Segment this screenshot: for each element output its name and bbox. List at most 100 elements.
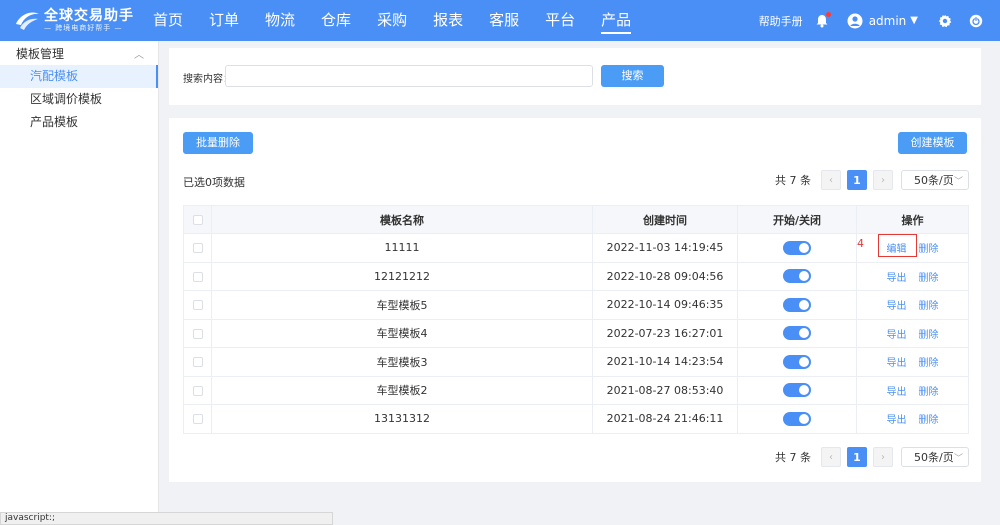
top-navbar: 全球交易助手 — 跨境电商好帮手 — 首页 订单 物流 仓库 采购 报表 客服 …	[0, 0, 1000, 41]
template-table: 模板名称 创建时间 开始/关闭 操作 11111 2022-11-03 14:1…	[183, 205, 969, 434]
table-row: 车型模板3 2021-10-14 14:23:54 导出 删除	[183, 347, 969, 377]
export-link[interactable]: 导出	[887, 358, 907, 369]
created-time: 2021-08-27 08:53:40	[592, 375, 738, 405]
toggle-cell	[737, 375, 857, 405]
annotation-marker: 4	[857, 237, 864, 250]
notification-button[interactable]	[815, 11, 831, 28]
delete-link[interactable]: 删除	[919, 273, 939, 284]
page-number-button[interactable]: 1	[847, 447, 867, 467]
search-button[interactable]: 搜索	[601, 65, 664, 87]
actions-cell: 导出 删除	[856, 261, 969, 291]
chevron-left-icon: ‹	[829, 174, 833, 186]
sidebar-group-title: 模板管理	[16, 46, 65, 61]
chevron-left-icon: ‹	[829, 451, 833, 463]
delete-link[interactable]: 删除	[919, 387, 939, 398]
enable-switch[interactable]	[783, 411, 811, 426]
row-checkbox[interactable]	[192, 271, 203, 282]
sidebar-item-regional-pricing-template[interactable]: 区域调价模板	[0, 88, 158, 111]
template-name: 车型模板2	[211, 375, 593, 405]
page-number-button[interactable]: 1	[847, 170, 867, 190]
nav-item-reports[interactable]: 报表	[420, 0, 476, 41]
notification-dot	[825, 11, 831, 17]
nav-item-customer-service[interactable]: 客服	[476, 0, 532, 41]
nav-item-warehouse[interactable]: 仓库	[308, 0, 364, 41]
table-row: 车型模板4 2022-07-23 16:27:01 导出 删除	[183, 318, 969, 348]
created-time: 2021-08-24 21:46:11	[592, 404, 738, 434]
row-checkbox[interactable]	[192, 328, 203, 339]
delete-link[interactable]: 删除	[919, 244, 939, 255]
row-checkbox[interactable]	[192, 243, 203, 254]
enable-switch[interactable]	[783, 297, 811, 312]
template-name: 11111	[211, 233, 593, 263]
next-page-button[interactable]: ›	[873, 447, 893, 467]
selected-count-text: 已选0项数据	[183, 176, 245, 189]
chevron-right-icon: ›	[881, 451, 885, 463]
enable-switch[interactable]	[783, 269, 811, 284]
user-name: admin	[868, 13, 907, 28]
nav-item-purchasing[interactable]: 采购	[364, 0, 420, 41]
actions-cell: 导出 删除	[856, 404, 969, 434]
toggle-cell	[737, 233, 857, 263]
gear-icon[interactable]	[938, 14, 952, 28]
template-name: 车型模板4	[211, 318, 593, 348]
nav-item-home[interactable]: 首页	[140, 0, 196, 41]
row-checkbox[interactable]	[192, 300, 203, 311]
export-link[interactable]: 导出	[887, 387, 907, 398]
enable-switch[interactable]	[783, 354, 811, 369]
user-avatar-icon	[847, 13, 863, 28]
row-checkbox[interactable]	[192, 357, 203, 368]
row-checkbox[interactable]	[192, 385, 203, 396]
delete-link[interactable]: 删除	[919, 330, 939, 341]
export-link[interactable]: 导出	[887, 273, 907, 284]
delete-link[interactable]: 删除	[919, 358, 939, 369]
main-nav: 首页 订单 物流 仓库 采购 报表 客服 平台 产品	[140, 0, 644, 41]
toggle-cell	[737, 318, 857, 348]
sidebar-item-auto-parts-template[interactable]: 汽配模板	[0, 65, 158, 88]
chevron-down-icon: ﹀	[953, 453, 963, 464]
row-checkbox[interactable]	[192, 414, 203, 425]
page-size-select[interactable]: 50条/页 ﹀	[901, 170, 969, 190]
enable-switch[interactable]	[783, 326, 811, 341]
table-header-row: 模板名称 创建时间 开始/关闭 操作	[183, 205, 969, 234]
sidebar-item-product-template[interactable]: 产品模板	[0, 111, 158, 134]
nav-item-platform[interactable]: 平台	[532, 0, 588, 41]
page-size-value: 50条/页	[914, 174, 954, 187]
user-menu[interactable]: admin ▼	[847, 13, 918, 29]
search-input[interactable]	[225, 65, 593, 87]
column-header-actions: 操作	[856, 205, 969, 234]
row-select-cell	[183, 318, 212, 348]
nav-item-logistics[interactable]: 物流	[252, 0, 308, 41]
actions-cell: 导出 删除	[856, 375, 969, 405]
brand-logo[interactable]: 全球交易助手 — 跨境电商好帮手 —	[0, 0, 140, 41]
sidebar-group-templates[interactable]: 模板管理 ︿	[0, 41, 158, 65]
batch-delete-button[interactable]: 批量删除	[183, 132, 253, 154]
help-manual-link[interactable]: 帮助手册	[759, 13, 803, 29]
nav-item-orders[interactable]: 订单	[196, 0, 252, 41]
enable-switch[interactable]	[783, 240, 811, 255]
actions-cell: 4 编辑 删除	[856, 233, 969, 263]
page-size-select[interactable]: 50条/页 ﹀	[901, 447, 969, 467]
power-icon[interactable]	[969, 14, 983, 28]
nav-item-products[interactable]: 产品	[588, 0, 644, 41]
delete-link[interactable]: 删除	[919, 415, 939, 426]
prev-page-button[interactable]: ‹	[821, 170, 841, 190]
toggle-cell	[737, 404, 857, 434]
table-row: 11111 2022-11-03 14:19:45 4 编辑 删除	[183, 233, 969, 263]
created-time: 2021-10-14 14:23:54	[592, 347, 738, 377]
export-link[interactable]: 导出	[887, 330, 907, 341]
brand-subtitle: — 跨境电商好帮手 —	[44, 24, 123, 32]
actions-cell: 导出 删除	[856, 290, 969, 320]
prev-page-button[interactable]: ‹	[821, 447, 841, 467]
brand-title: 全球交易助手	[44, 8, 134, 24]
create-template-button[interactable]: 创建模板	[898, 132, 967, 154]
next-page-button[interactable]: ›	[873, 170, 893, 190]
toggle-cell	[737, 290, 857, 320]
delete-link[interactable]: 删除	[919, 301, 939, 312]
export-link[interactable]: 导出	[887, 415, 907, 426]
select-all-cell	[183, 205, 212, 234]
select-all-checkbox[interactable]	[192, 215, 203, 225]
template-name: 车型模板3	[211, 347, 593, 377]
export-link[interactable]: 导出	[887, 301, 907, 312]
enable-switch[interactable]	[783, 383, 811, 398]
chevron-up-icon: ︿	[134, 49, 144, 61]
